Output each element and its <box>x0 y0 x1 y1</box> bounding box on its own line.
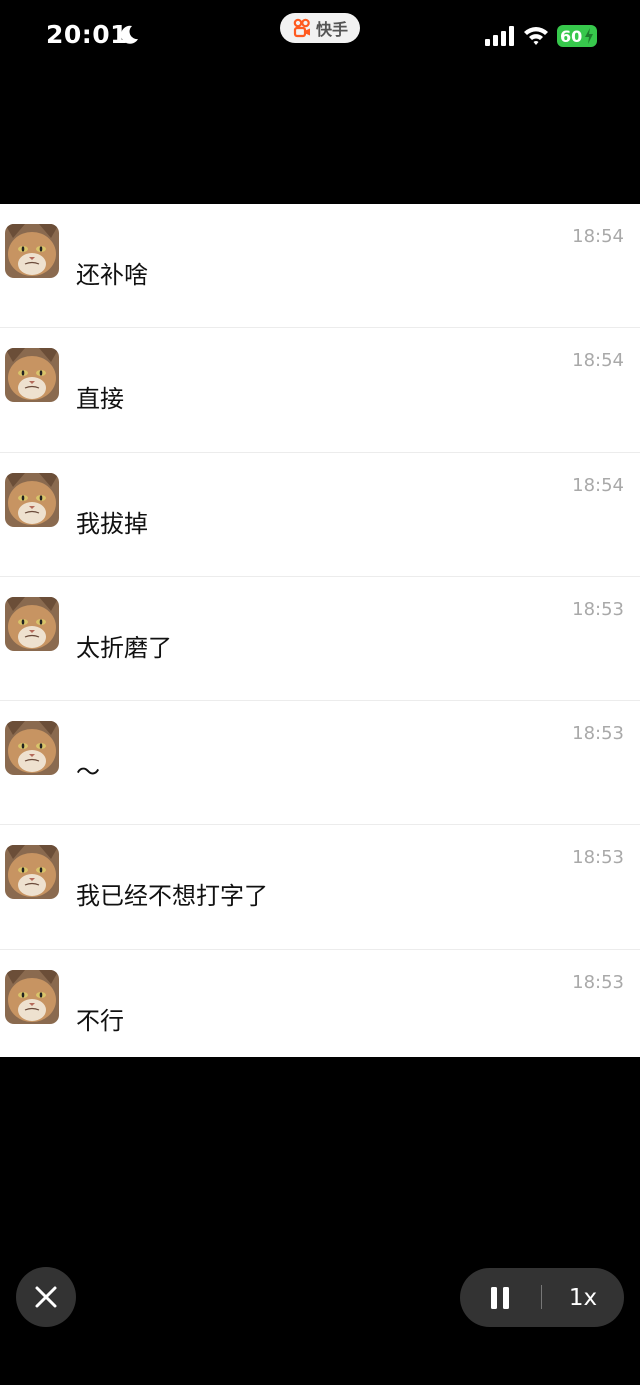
cat-face-icon <box>5 721 59 776</box>
battery-icon: 60 <box>557 25 597 47</box>
message-text: 直接 <box>76 385 124 414</box>
message-row[interactable]: 我已经不想打字了 18:53 <box>0 825 640 950</box>
message-row[interactable]: 我拔掉 18:54 <box>0 453 640 577</box>
message-text: 我已经不想打字了 <box>76 882 268 911</box>
status-bar: 20:01 快手 60 <box>0 0 640 72</box>
cat-avatar <box>5 472 59 527</box>
message-row[interactable]: ～ 18:53 <box>0 701 640 826</box>
battery-level: 60 <box>560 26 583 46</box>
cat-face-icon <box>5 845 59 900</box>
message-row[interactable]: 太折磨了 18:53 <box>0 577 640 702</box>
message-text: 太折磨了 <box>76 633 172 662</box>
close-icon <box>35 1286 57 1308</box>
cat-face-icon <box>5 969 59 1024</box>
app-indicator-pill[interactable]: 快手 <box>280 13 360 43</box>
message-row[interactable]: 不行 18:53 <box>0 950 640 1074</box>
chat-message-list[interactable]: 还补啥 18:54 直接 18:54 我拔掉 18:54 太折磨了 18:53 … <box>0 204 640 1057</box>
app-label: 快手 <box>315 20 348 39</box>
divider <box>541 1285 542 1309</box>
message-time: 18:53 <box>572 723 624 745</box>
status-time: 20:01 <box>46 20 129 49</box>
cat-face-icon <box>5 348 59 403</box>
cat-avatar <box>5 969 59 1024</box>
message-time: 18:54 <box>572 226 624 247</box>
cat-avatar <box>5 596 59 651</box>
message-text: ～ <box>76 758 100 787</box>
message-text: 还补啥 <box>76 261 148 289</box>
cat-avatar <box>5 224 59 278</box>
message-row[interactable]: 还补啥 18:54 <box>0 204 640 329</box>
playback-speed-button[interactable]: 1x <box>556 1282 610 1314</box>
pause-icon <box>491 1287 509 1309</box>
message-row[interactable]: 直接 18:54 <box>0 328 640 453</box>
close-button[interactable] <box>16 1267 76 1327</box>
message-time: 18:53 <box>572 598 624 620</box>
cat-avatar <box>5 845 59 900</box>
cat-avatar <box>5 721 59 776</box>
signal-icon <box>485 26 514 46</box>
message-time: 18:53 <box>572 971 624 993</box>
playback-controls: 1x <box>460 1268 624 1327</box>
message-time: 18:54 <box>572 474 624 496</box>
moon-icon <box>121 25 138 44</box>
cat-face-icon <box>5 224 59 278</box>
message-time: 18:53 <box>572 847 624 869</box>
kuaishou-icon <box>293 18 310 38</box>
cat-avatar <box>5 348 59 403</box>
message-text: 不行 <box>76 1006 124 1035</box>
pause-button[interactable] <box>478 1280 522 1316</box>
cat-face-icon <box>5 596 59 651</box>
cat-face-icon <box>5 472 59 527</box>
bolt-icon <box>585 28 593 44</box>
message-time: 18:54 <box>572 350 624 372</box>
wifi-icon <box>524 27 548 45</box>
message-text: 我拔掉 <box>76 509 148 538</box>
